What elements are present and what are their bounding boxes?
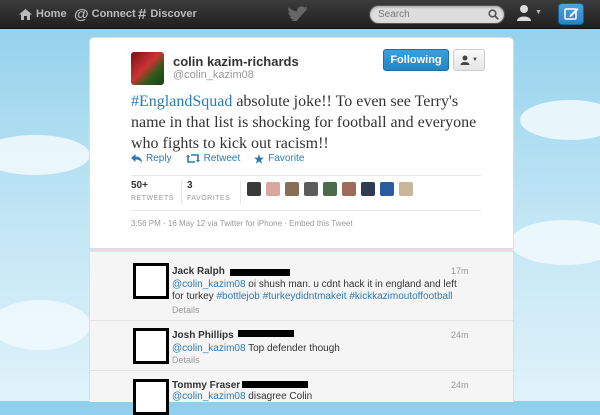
user-icon	[460, 55, 470, 65]
cloud-decoration	[510, 220, 600, 265]
avatar[interactable]	[133, 263, 169, 299]
favorite-count-label: FAVORITES	[187, 195, 231, 202]
nav-connect[interactable]: @ Connect	[74, 0, 136, 28]
mention-link[interactable]: @colin_kazim08	[172, 391, 246, 402]
reply-body: disagree Colin	[245, 391, 313, 402]
retweet-icon	[185, 154, 200, 163]
chevron-down-icon: ▼	[472, 57, 478, 63]
tweet-author-name[interactable]: colin kazim-richards	[173, 54, 299, 69]
chevron-down-icon: ▼	[535, 9, 542, 16]
retweeter-avatar[interactable]	[323, 182, 337, 196]
favorite-button[interactable]: Favorite	[254, 153, 304, 164]
user-menu[interactable]: ▼	[516, 4, 542, 21]
divider	[131, 210, 481, 211]
reply-author-name[interactable]: Jack Ralph	[172, 266, 225, 277]
retweeter-avatar[interactable]	[361, 182, 375, 196]
mention-link[interactable]: @colin_kazim08	[172, 343, 246, 354]
retweeter-avatar[interactable]	[342, 182, 356, 196]
reply-time[interactable]: 24m	[451, 330, 469, 340]
nav-home-label: Home	[36, 8, 67, 20]
divider	[131, 175, 481, 176]
replies-panel: Jack Ralph 17m @colin_kazim08 oi shush m…	[89, 250, 514, 415]
compose-icon	[564, 8, 579, 20]
user-icon	[517, 5, 531, 21]
following-button[interactable]: Following	[383, 49, 449, 71]
tweet-timestamp[interactable]: 3:56 PM - 16 May 12 via Twitter for iPho…	[131, 219, 353, 228]
mention-link[interactable]: @colin_kazim08	[172, 279, 246, 290]
divider	[181, 180, 182, 204]
reply-time[interactable]: 24m	[451, 380, 469, 390]
retweet-count: 50+	[131, 180, 148, 191]
reply-icon	[131, 154, 142, 163]
reply-details-link[interactable]: Details	[172, 355, 200, 365]
nav-discover[interactable]: # Discover	[138, 0, 197, 28]
top-navigation-bar: Home @ Connect # Discover Search ▼	[0, 0, 600, 29]
redacted-handle	[230, 269, 290, 276]
retweeter-avatar[interactable]	[247, 182, 261, 196]
user-actions-button[interactable]: ▼	[453, 49, 485, 71]
reply-details-link[interactable]: Details	[172, 305, 200, 315]
divider	[240, 180, 241, 204]
retweeter-avatar[interactable]	[380, 182, 394, 196]
search-icon[interactable]	[488, 9, 499, 20]
reply-author-name[interactable]: Josh Phillips	[172, 330, 234, 341]
at-icon: @	[74, 5, 89, 23]
avatar[interactable]	[133, 379, 169, 415]
divider	[90, 251, 513, 252]
compose-tweet-button[interactable]	[558, 3, 584, 25]
retweeter-avatar[interactable]	[266, 182, 280, 196]
nav-discover-label: Discover	[150, 8, 197, 20]
avatar[interactable]	[133, 328, 169, 364]
search-input[interactable]: Search	[369, 5, 505, 24]
cloud-decoration	[520, 100, 600, 140]
retweet-count-stat[interactable]: 50+ RETWEETS	[131, 180, 174, 202]
favorite-count-stat[interactable]: 3 FAVORITES	[187, 180, 230, 202]
retweeter-avatar[interactable]	[304, 182, 318, 196]
hash-icon: #	[138, 5, 147, 23]
redacted-handle	[238, 330, 294, 337]
retweet-count-label: RETWEETS	[131, 195, 174, 202]
reply-text: @colin_kazim08 disagree Colin	[172, 391, 462, 403]
retweeter-avatar[interactable]	[285, 182, 299, 196]
search-placeholder: Search	[378, 9, 410, 20]
reply-text: @colin_kazim08 oi shush man. u cdnt hack…	[172, 279, 462, 303]
avatar[interactable]	[131, 52, 164, 85]
favorite-label: Favorite	[268, 153, 305, 164]
nav-home[interactable]: Home	[19, 0, 67, 28]
reply-button[interactable]: Reply	[131, 153, 172, 164]
tweet-card: colin kazim-richards @colin_kazim08 Foll…	[89, 37, 514, 249]
hashtag-links[interactable]: #bottlejob #turkeydidntmakeit #kickkazim…	[216, 291, 452, 302]
nav-connect-label: Connect	[91, 8, 136, 20]
reply-time[interactable]: 17m	[451, 266, 469, 276]
retweet-button[interactable]: Retweet	[185, 153, 241, 164]
divider	[90, 370, 513, 371]
home-icon	[19, 8, 32, 20]
reply-author-name[interactable]: Tommy Fraser	[172, 380, 240, 391]
tweet-actions: Reply Retweet Favorite	[131, 153, 318, 164]
divider	[90, 320, 513, 321]
reply-body: Top defender though	[245, 343, 340, 354]
retweeter-avatars	[247, 182, 418, 196]
tweet-text: #EnglandSquad absolute joke!! To even se…	[131, 91, 481, 154]
reply-text: @colin_kazim08 Top defender though	[172, 343, 462, 355]
cloud-decoration	[0, 300, 90, 350]
cloud-decoration	[0, 135, 90, 175]
retweet-label: Retweet	[203, 153, 241, 164]
tweet-author-handle[interactable]: @colin_kazim08	[173, 69, 254, 81]
star-icon	[254, 153, 265, 164]
favorite-count: 3	[187, 180, 193, 191]
hashtag-link[interactable]: #EnglandSquad	[131, 93, 232, 110]
reply-label: Reply	[146, 153, 172, 164]
redacted-handle	[242, 381, 308, 388]
retweeter-avatar[interactable]	[399, 182, 413, 196]
twitter-bird-icon[interactable]	[288, 6, 308, 21]
